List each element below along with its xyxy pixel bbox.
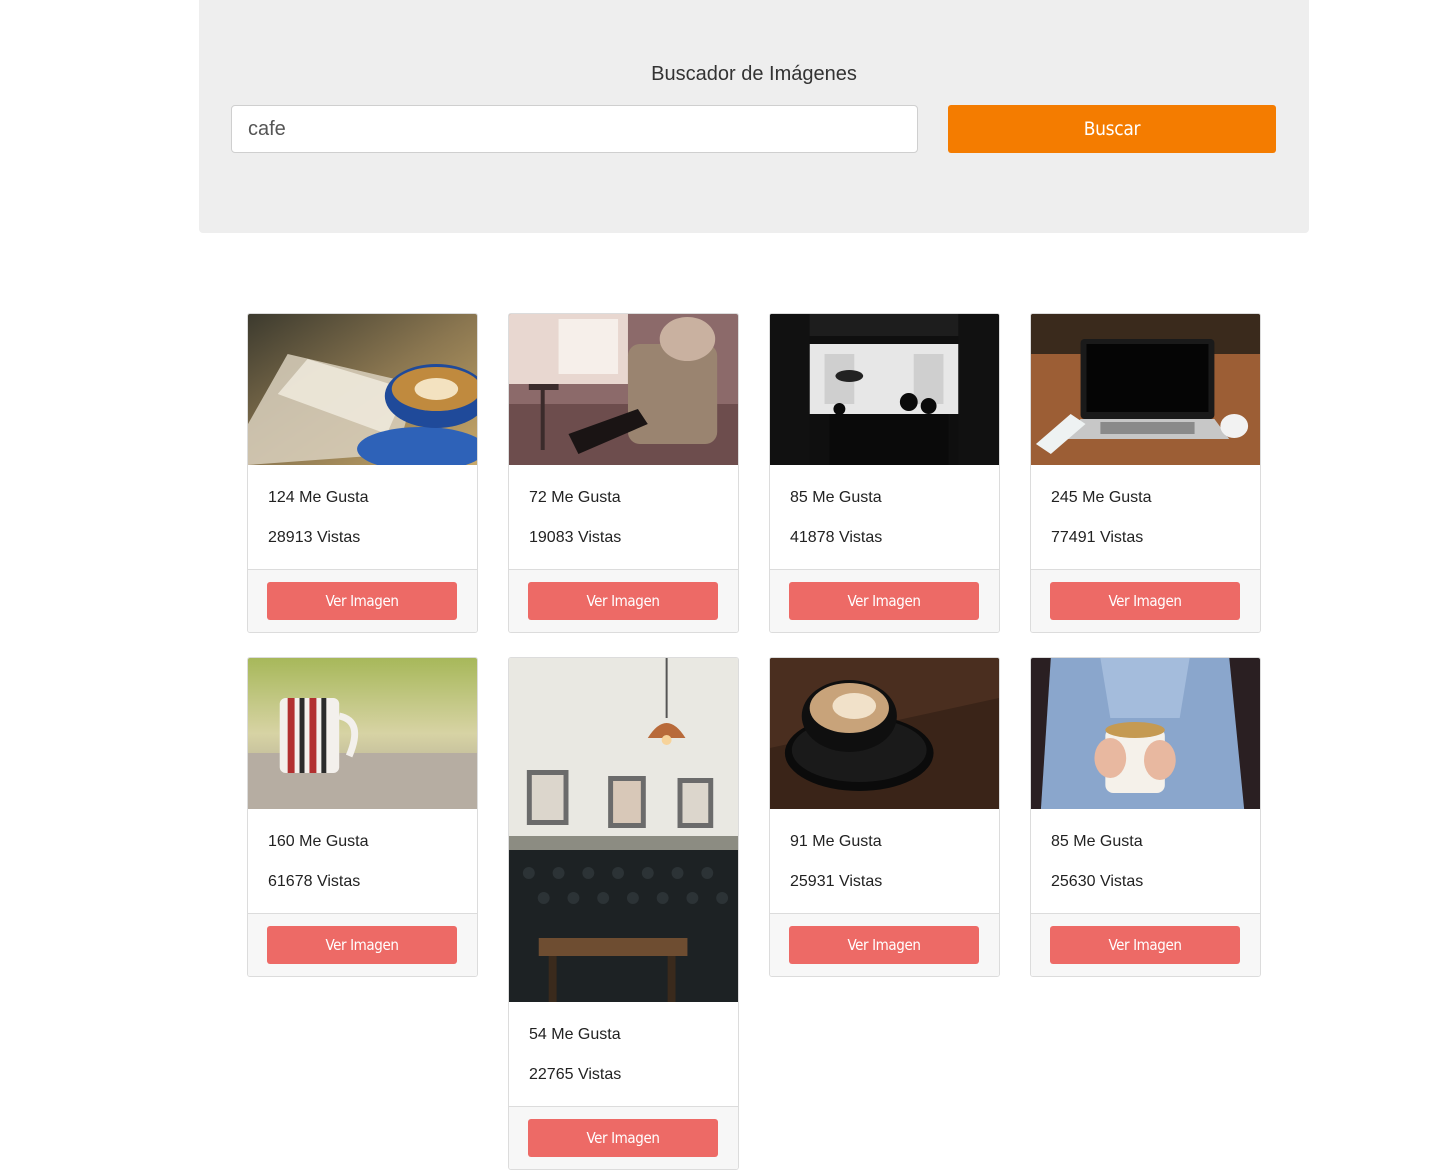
likes-count: 160 Me Gusta <box>268 833 369 850</box>
result-card: 245 Me Gusta 77491 Vistas Ver Imagen <box>1030 313 1261 633</box>
likes-count: 245 Me Gusta <box>1051 489 1152 506</box>
views-count: 28913 Vistas <box>268 529 361 546</box>
view-image-button[interactable]: Ver Imagen <box>528 582 718 620</box>
views-count: 22765 Vistas <box>529 1066 622 1083</box>
card-footer: Ver Imagen <box>509 1106 738 1169</box>
result-card: 160 Me Gusta 61678 Vistas Ver Imagen <box>247 657 478 977</box>
views-count: 77491 Vistas <box>1051 529 1144 546</box>
card-footer: Ver Imagen <box>509 569 738 632</box>
result-image[interactable] <box>509 314 738 465</box>
result-card: 85 Me Gusta 41878 Vistas Ver Imagen <box>769 313 1000 633</box>
view-image-button[interactable]: Ver Imagen <box>267 582 457 620</box>
view-image-button[interactable]: Ver Imagen <box>1050 582 1240 620</box>
views-count: 25931 Vistas <box>790 873 883 890</box>
card-footer: Ver Imagen <box>770 569 999 632</box>
card-body: 72 Me Gusta 19083 Vistas <box>509 465 738 569</box>
likes-count: 124 Me Gusta <box>268 489 369 506</box>
result-card: 85 Me Gusta 25630 Vistas Ver Imagen <box>1030 657 1261 977</box>
card-body: 124 Me Gusta 28913 Vistas <box>248 465 477 569</box>
search-input[interactable] <box>231 105 918 153</box>
result-image[interactable] <box>248 314 477 465</box>
result-image[interactable] <box>509 658 738 1002</box>
card-body: 160 Me Gusta 61678 Vistas <box>248 809 477 913</box>
search-button[interactable]: Buscar <box>948 105 1276 153</box>
views-count: 41878 Vistas <box>790 529 883 546</box>
page-title: Buscador de Imágenes <box>651 63 857 85</box>
result-card: 72 Me Gusta 19083 Vistas Ver Imagen <box>508 313 739 633</box>
card-footer: Ver Imagen <box>248 569 477 632</box>
card-footer: Ver Imagen <box>1031 913 1260 976</box>
search-panel: Buscador de Imágenes Buscar <box>199 0 1309 233</box>
result-card: 91 Me Gusta 25931 Vistas Ver Imagen <box>769 657 1000 977</box>
card-footer: Ver Imagen <box>248 913 477 976</box>
card-body: 85 Me Gusta 25630 Vistas <box>1031 809 1260 913</box>
likes-count: 85 Me Gusta <box>1051 833 1143 850</box>
result-image[interactable] <box>248 658 477 809</box>
card-body: 54 Me Gusta 22765 Vistas <box>509 1002 738 1106</box>
view-image-button[interactable]: Ver Imagen <box>528 1119 718 1157</box>
likes-count: 54 Me Gusta <box>529 1026 621 1043</box>
view-image-button[interactable]: Ver Imagen <box>789 582 979 620</box>
view-image-button[interactable]: Ver Imagen <box>267 926 457 964</box>
view-image-button[interactable]: Ver Imagen <box>1050 926 1240 964</box>
views-count: 19083 Vistas <box>529 529 622 546</box>
card-footer: Ver Imagen <box>770 913 999 976</box>
likes-count: 85 Me Gusta <box>790 489 882 506</box>
card-body: 245 Me Gusta 77491 Vistas <box>1031 465 1260 569</box>
result-card: 54 Me Gusta 22765 Vistas Ver Imagen <box>508 657 739 1170</box>
likes-count: 91 Me Gusta <box>790 833 882 850</box>
result-image[interactable] <box>770 658 999 809</box>
views-count: 25630 Vistas <box>1051 873 1144 890</box>
result-image[interactable] <box>1031 658 1260 809</box>
card-footer: Ver Imagen <box>1031 569 1260 632</box>
result-image[interactable] <box>1031 314 1260 465</box>
result-card: 124 Me Gusta 28913 Vistas Ver Imagen <box>247 313 478 633</box>
views-count: 61678 Vistas <box>268 873 361 890</box>
likes-count: 72 Me Gusta <box>529 489 621 506</box>
card-body: 85 Me Gusta 41878 Vistas <box>770 465 999 569</box>
view-image-button[interactable]: Ver Imagen <box>789 926 979 964</box>
card-body: 91 Me Gusta 25931 Vistas <box>770 809 999 913</box>
result-image[interactable] <box>770 314 999 465</box>
